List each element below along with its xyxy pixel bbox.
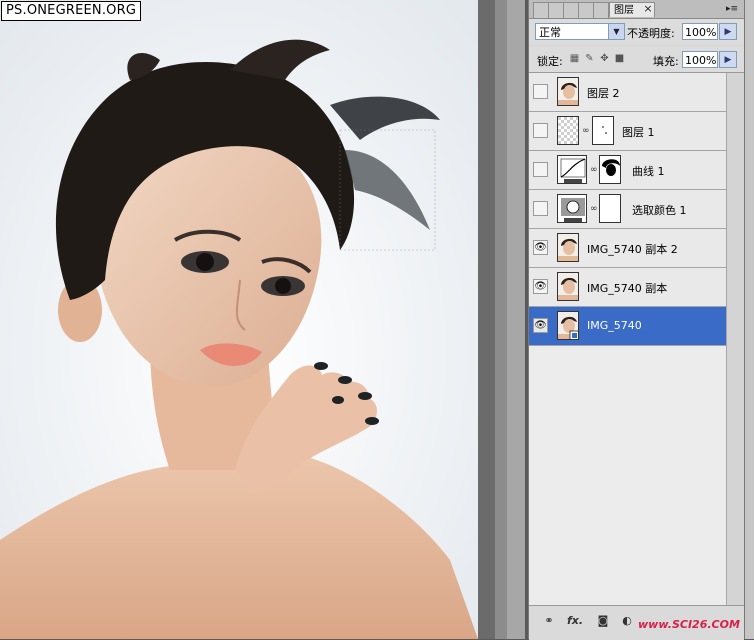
- layer-name: IMG_5740: [587, 319, 642, 332]
- layer-thumbnail: [557, 311, 579, 340]
- opacity-input[interactable]: 100%: [682, 23, 718, 40]
- adjustment-layer-icon[interactable]: ◐: [619, 613, 635, 629]
- layer-name: IMG_5740 副本: [587, 282, 668, 295]
- visibility-toggle[interactable]: [533, 162, 548, 177]
- link-icon[interactable]: ∞: [590, 204, 598, 214]
- blend-row: 正常 ▼ 不透明度: 100% ▶: [529, 19, 744, 45]
- right-dock-edge: [744, 0, 754, 639]
- layer-row[interactable]: 图层 2: [529, 73, 726, 112]
- portrait-photo: [0, 0, 478, 639]
- selective-color-adjustment-icon: [557, 194, 587, 223]
- tab-collapsed-5[interactable]: [593, 2, 609, 18]
- visibility-toggle[interactable]: [533, 123, 548, 138]
- layer-name: 曲线 1: [632, 165, 665, 178]
- fill-slider-arrow-icon[interactable]: ▶: [719, 51, 737, 68]
- lock-transparent-icon[interactable]: ▦: [569, 53, 580, 64]
- add-mask-icon[interactable]: ◙: [595, 613, 611, 629]
- layer-row[interactable]: 👁 IMG_5740 副本 2: [529, 229, 726, 268]
- blend-mode-select[interactable]: 正常 ▼: [535, 23, 625, 40]
- fill-input[interactable]: 100%: [682, 51, 718, 68]
- eye-icon[interactable]: 👁: [533, 240, 548, 255]
- layer-name: 图层 2: [587, 87, 620, 100]
- eye-icon[interactable]: 👁: [533, 279, 548, 294]
- panel-divider: [478, 0, 495, 639]
- link-icon[interactable]: ⚭: [541, 613, 557, 629]
- eye-icon[interactable]: 👁: [533, 318, 548, 333]
- layer-mask-thumbnail: [592, 116, 614, 145]
- layers-list: 图层 2 ∞ 图层 1 ∞ 曲线 1 ∞ 选取颜色 1 👁 IMG_5740 副…: [529, 73, 726, 605]
- tab-collapsed-2[interactable]: [548, 2, 564, 18]
- layer-mask-thumbnail: [599, 194, 621, 223]
- link-icon[interactable]: ∞: [590, 165, 598, 175]
- document-canvas[interactable]: PS.ONEGREEN.ORG: [0, 0, 478, 639]
- chevron-down-icon[interactable]: ▼: [608, 24, 624, 39]
- blend-mode-value: 正常: [539, 26, 561, 39]
- fill-label: 填充:: [653, 55, 679, 68]
- visibility-toggle[interactable]: [533, 84, 548, 99]
- layer-name: IMG_5740 副本 2: [587, 243, 678, 256]
- layers-scrollbar[interactable]: [726, 73, 745, 605]
- layer-thumbnail: [557, 116, 579, 145]
- opacity-label: 不透明度:: [627, 27, 675, 40]
- layer-thumbnail: [557, 77, 579, 106]
- watermark-label: PS.ONEGREEN.ORG: [1, 1, 142, 21]
- layer-row[interactable]: 👁 IMG_5740 副本: [529, 268, 726, 307]
- layer-row[interactable]: ∞ 图层 1: [529, 112, 726, 151]
- visibility-toggle[interactable]: [533, 201, 548, 216]
- tab-collapsed-1[interactable]: [533, 2, 549, 18]
- tab-collapsed-3[interactable]: [563, 2, 579, 18]
- layer-row-selected[interactable]: 👁 IMG_5740: [529, 307, 726, 346]
- lock-row: 锁定: ▦ ✎ ✥ ■ 填充: 100% ▶: [529, 46, 744, 73]
- layer-mask-thumbnail: [599, 155, 621, 184]
- lock-all-icon[interactable]: ■: [614, 53, 625, 64]
- layer-thumbnail: [557, 272, 579, 301]
- layer-row[interactable]: ∞ 选取颜色 1: [529, 190, 726, 229]
- lock-brush-icon[interactable]: ✎: [584, 53, 595, 64]
- layer-thumbnail: [557, 233, 579, 262]
- lock-move-icon[interactable]: ✥: [599, 53, 610, 64]
- opacity-slider-arrow-icon[interactable]: ▶: [719, 23, 737, 40]
- fx-icon[interactable]: fx.: [567, 613, 583, 629]
- tab-collapsed-4[interactable]: [578, 2, 594, 18]
- site-watermark: www.SCI26.COM: [638, 618, 740, 631]
- layer-row[interactable]: ∞ 曲线 1: [529, 151, 726, 190]
- link-icon[interactable]: ∞: [582, 126, 590, 136]
- layer-name: 图层 1: [622, 126, 655, 139]
- layers-panel: 图层 × ▸≡ 正常 ▼ 不透明度: 100% ▶ 锁定: ▦ ✎ ✥ ■ 填充…: [528, 0, 745, 640]
- lock-label: 锁定:: [537, 55, 563, 68]
- layer-name: 选取颜色 1: [632, 204, 687, 217]
- panel-tab-bar: 图层 × ▸≡: [529, 0, 744, 19]
- close-icon[interactable]: ×: [642, 3, 654, 15]
- curves-adjustment-icon: [557, 155, 587, 184]
- panel-menu-icon[interactable]: ▸≡: [725, 3, 739, 15]
- panel-dock-strip: [495, 0, 525, 639]
